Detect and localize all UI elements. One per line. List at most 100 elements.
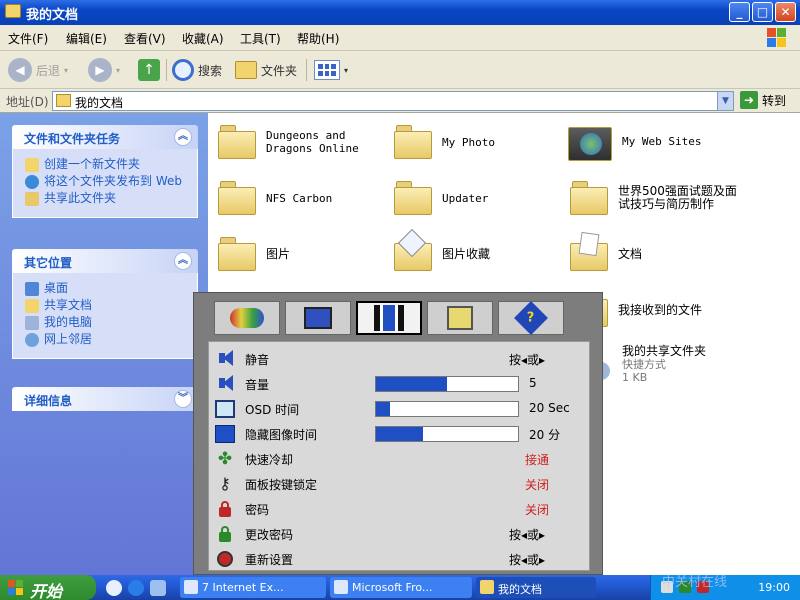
maximize-button[interactable]: □ xyxy=(752,2,773,22)
taskbar-item-ie[interactable]: 7 Internet Ex... xyxy=(180,577,326,598)
folder-item[interactable]: 文档 xyxy=(570,231,643,271)
folder-item[interactable]: My Photo xyxy=(394,125,495,159)
folder-name: 图片收藏 xyxy=(442,246,491,261)
osd-tab-help[interactable]: ? xyxy=(498,301,564,335)
folder-icon xyxy=(218,125,258,159)
collapse-icon[interactable]: ︽ xyxy=(174,252,192,270)
picture-folder-icon xyxy=(394,228,434,271)
osd-tab-display[interactable] xyxy=(285,301,351,335)
task-publish-web[interactable]: 将这个文件夹发布到 Web xyxy=(25,175,197,189)
folder-item[interactable]: My Web Sites xyxy=(568,121,701,161)
taskbar-item-my-documents[interactable]: 我的文档 xyxy=(476,577,596,598)
start-label: 开始 xyxy=(30,582,63,600)
monitor-osd-menu: ? 静音 按◂或▸ 音量 5 OSD 时间 20 Sec 隐藏图像时间 20 分 xyxy=(193,292,603,575)
osd-row-change-password[interactable]: 更改密码 按◂或▸ xyxy=(209,521,591,546)
file-tasks-panel: 文件和文件夹任务 ︽ 创建一个新文件夹 将这个文件夹发布到 Web 共享此文件夹 xyxy=(12,125,198,218)
expand-icon[interactable]: ︾ xyxy=(174,390,192,408)
computer-icon xyxy=(25,316,39,330)
menu-favorites[interactable]: 收藏(A) xyxy=(182,30,224,47)
menu-view[interactable]: 查看(V) xyxy=(124,30,166,47)
menu-file[interactable]: 文件(F) xyxy=(8,30,48,47)
osd-row-number: 20 分 xyxy=(529,428,561,442)
osd-row-value: 按◂或▸ xyxy=(509,528,546,542)
folder-name: 文档 xyxy=(618,246,643,261)
file-tasks-body: 创建一个新文件夹 将这个文件夹发布到 Web 共享此文件夹 xyxy=(12,149,198,218)
start-button[interactable]: 开始 xyxy=(0,575,96,600)
minimize-button[interactable]: _ xyxy=(729,2,750,22)
osd-tab-color[interactable] xyxy=(214,301,280,335)
lock-icon xyxy=(215,500,235,518)
place-my-computer[interactable]: 我的电脑 xyxy=(25,316,197,330)
search-icon xyxy=(172,59,194,81)
folders-button[interactable]: 文件夹 xyxy=(235,56,297,84)
osd-row-osd-time[interactable]: OSD 时间 20 Sec xyxy=(209,396,591,421)
task-new-folder[interactable]: 创建一个新文件夹 xyxy=(25,158,197,172)
osd-row-label: 音量 xyxy=(245,378,270,392)
other-places-header[interactable]: 其它位置 ︽ xyxy=(12,249,198,273)
views-button[interactable]: ▾ xyxy=(314,56,348,84)
collapse-icon[interactable]: ︽ xyxy=(174,128,192,146)
address-input[interactable]: 我的文档 ▼ xyxy=(52,91,734,111)
osd-row-value: 关闭 xyxy=(525,478,550,492)
task-share-folder[interactable]: 共享此文件夹 xyxy=(25,192,197,206)
media-player-icon[interactable] xyxy=(106,580,122,596)
taskbar-item-frontpage[interactable]: Microsoft Fro... xyxy=(330,577,472,598)
osd-tab-settings[interactable] xyxy=(356,301,422,335)
folder-item[interactable]: Updater xyxy=(394,181,488,215)
task-label: 将这个文件夹发布到 Web xyxy=(44,174,182,188)
watermark-logo-z: Z xyxy=(604,535,634,581)
hide-image-time-slider[interactable] xyxy=(375,426,519,442)
osd-row-label: 密码 xyxy=(245,503,270,517)
osd-row-fast-cooling[interactable]: ✤ 快速冷却 接通 xyxy=(209,446,591,471)
chevron-down-icon: ▾ xyxy=(344,65,349,75)
folder-item[interactable]: NFS Carbon xyxy=(218,181,332,215)
address-dropdown-icon[interactable]: ▼ xyxy=(717,92,733,110)
osd-row-label: 快速冷却 xyxy=(245,453,294,467)
osd-row-panel-lock[interactable]: ⚷ 面板按键锁定 关闭 xyxy=(209,471,591,496)
ie-icon xyxy=(184,580,198,594)
osd-row-password[interactable]: 密码 关闭 xyxy=(209,496,591,521)
menu-help[interactable]: 帮助(H) xyxy=(297,30,339,47)
internet-explorer-icon[interactable] xyxy=(128,580,144,596)
osd-row-volume[interactable]: 音量 5 xyxy=(209,371,591,396)
osd-row-number: 5 xyxy=(529,376,537,390)
menu-tools[interactable]: 工具(T) xyxy=(240,30,281,47)
place-desktop[interactable]: 桌面 xyxy=(25,282,197,296)
osd-row-label: 面板按键锁定 xyxy=(245,478,318,492)
osd-time-slider[interactable] xyxy=(375,401,519,417)
folder-icon xyxy=(570,181,610,215)
menu-edit[interactable]: 编辑(E) xyxy=(66,30,107,47)
volume-slider[interactable] xyxy=(375,376,519,392)
go-button[interactable]: ➜ 转到 xyxy=(740,91,786,109)
place-shared-docs[interactable]: 共享文档 xyxy=(25,299,197,313)
folder-item[interactable]: 世界500强面试题及面 试技巧与简历制作 xyxy=(570,181,737,215)
file-tasks-title: 文件和文件夹任务 xyxy=(24,132,121,146)
search-button[interactable]: 搜索 xyxy=(172,56,222,84)
monitor-icon xyxy=(304,307,332,329)
close-button[interactable]: ✕ xyxy=(775,2,796,22)
forward-button[interactable]: ▶ ▾ xyxy=(88,56,120,84)
osd-row-reset[interactable]: 重新设置 按◂或▸ xyxy=(209,546,591,571)
back-label: 后退 xyxy=(36,63,61,78)
address-bar: 地址(D) 我的文档 ▼ ➜ 转到 xyxy=(0,89,800,113)
show-desktop-icon[interactable] xyxy=(150,580,166,596)
osd-row-label: 静音 xyxy=(245,353,270,367)
place-network[interactable]: 网上邻居 xyxy=(25,333,197,347)
osd-row-mute[interactable]: 静音 按◂或▸ xyxy=(209,346,591,371)
file-tasks-header[interactable]: 文件和文件夹任务 ︽ xyxy=(12,125,198,149)
task-label: 创建一个新文件夹 xyxy=(44,157,141,171)
speaker-mute-icon xyxy=(215,350,235,368)
folder-item[interactable]: 图片收藏 xyxy=(394,228,491,271)
new-folder-icon xyxy=(25,158,39,172)
up-folder-button[interactable]: ↑ xyxy=(138,56,160,84)
osd-tab-input[interactable] xyxy=(427,301,493,335)
osd-row-hide-image-time[interactable]: 隐藏图像时间 20 分 xyxy=(209,421,591,446)
share-folder-icon xyxy=(25,192,39,206)
osd-tab-bar: ? xyxy=(214,301,564,335)
folder-item[interactable]: Dungeons and Dragons Online xyxy=(218,125,359,159)
back-button[interactable]: ◀ 后退 ▾ xyxy=(8,56,68,84)
folder-item[interactable]: 图片 xyxy=(218,237,290,271)
details-header[interactable]: 详细信息 ︾ xyxy=(12,387,198,411)
other-places-title: 其它位置 xyxy=(24,256,73,270)
folder-icon xyxy=(394,181,434,215)
